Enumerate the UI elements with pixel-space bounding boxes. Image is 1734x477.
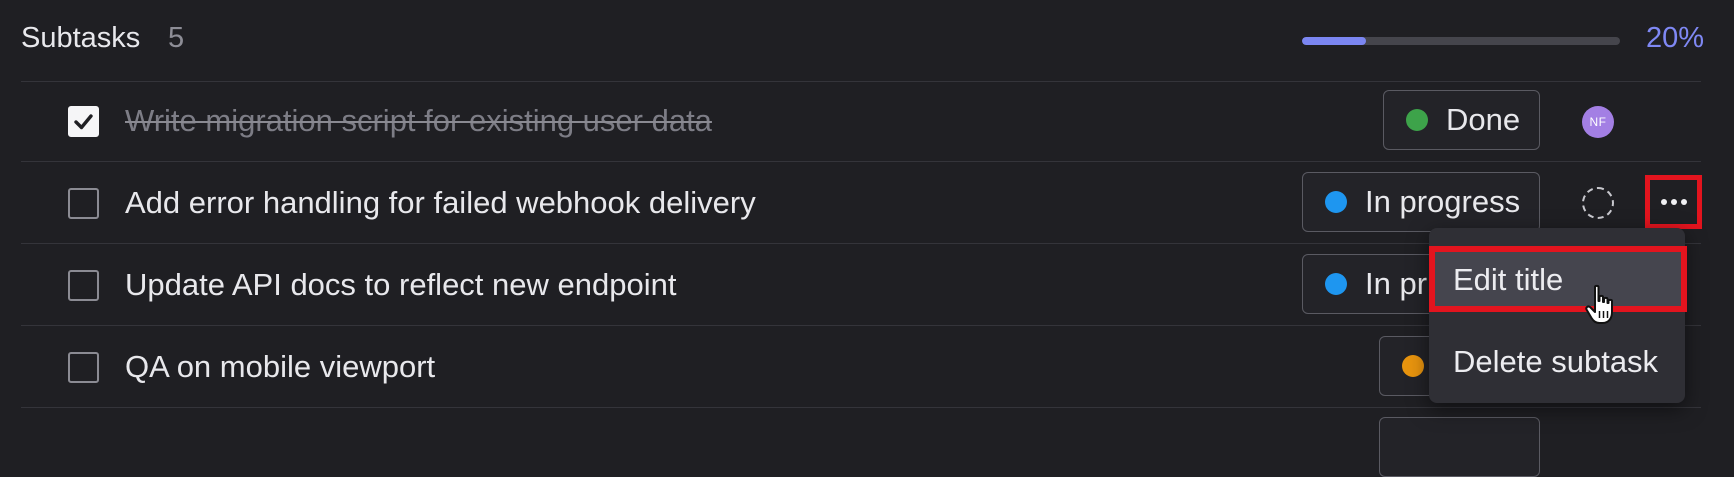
more-dot [1670, 199, 1677, 205]
subtask-checkbox[interactable] [68, 106, 99, 137]
more-options-button[interactable] [1645, 175, 1702, 229]
section-title: Subtasks [21, 22, 141, 54]
divider [21, 161, 1701, 162]
subtask-title[interactable]: Write migration script for existing user… [125, 103, 712, 139]
subtask-context-menu: Edit title Delete subtask [1429, 228, 1687, 403]
status-dot [1406, 109, 1428, 131]
status-dot [1402, 355, 1424, 377]
subtasks-header: Subtasks 5 20% [0, 0, 1734, 82]
progress-percent: 20% [1646, 22, 1705, 54]
more-horizontal-icon [1660, 199, 1667, 205]
status-label: In pr [1365, 266, 1428, 301]
status-dot [1325, 191, 1347, 213]
status-label: Done [1446, 102, 1521, 137]
subtask-checkbox[interactable] [68, 352, 99, 383]
subtask-title[interactable]: Add error handling for failed webhook de… [125, 185, 756, 221]
avatar[interactable]: NF [1582, 106, 1614, 138]
check-icon [74, 114, 93, 130]
status-dropdown[interactable]: Done [1383, 90, 1540, 150]
subtask-row[interactable]: Write migration script for existing user… [0, 82, 1734, 164]
menu-item-edit-title[interactable]: Edit title [1429, 246, 1687, 312]
subtask-title[interactable]: Update API docs to reflect new endpoint [125, 267, 676, 303]
divider [21, 407, 1701, 408]
status-dropdown[interactable]: In progress [1302, 172, 1540, 232]
subtask-checkbox[interactable] [68, 270, 99, 301]
status-label: In progress [1365, 184, 1521, 219]
progress-bar [1302, 37, 1620, 45]
subtask-count: 5 [168, 22, 185, 54]
menu-item-label: Delete subtask [1453, 344, 1659, 379]
subtask-title[interactable]: QA on mobile viewport [125, 349, 435, 385]
menu-item-delete-subtask[interactable]: Delete subtask [1429, 330, 1685, 394]
status-dropdown[interactable] [1379, 417, 1540, 477]
more-dot [1680, 199, 1687, 205]
subtask-checkbox[interactable] [68, 188, 99, 219]
menu-item-label: Edit title [1453, 262, 1564, 297]
progress-bar-fill [1302, 37, 1366, 45]
hand-pointer-icon [1585, 284, 1613, 324]
status-dot [1325, 273, 1347, 295]
unassigned-avatar-icon[interactable] [1582, 187, 1614, 219]
